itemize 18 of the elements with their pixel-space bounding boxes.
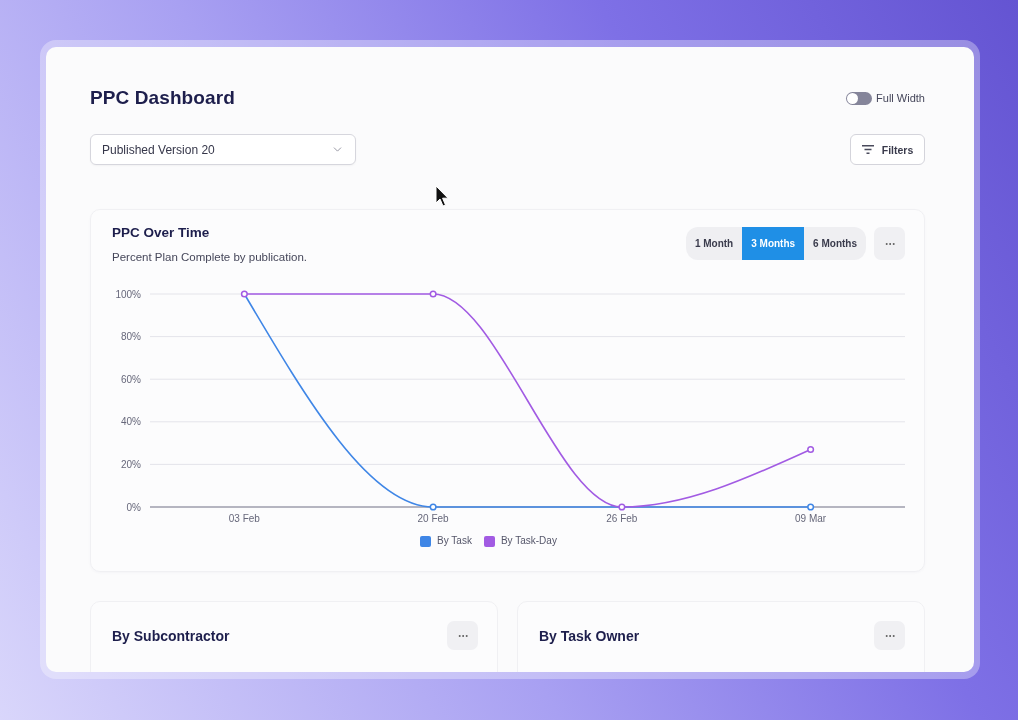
- axis-label: 60%: [121, 373, 141, 385]
- chart-subtitle: Percent Plan Complete by publication.: [112, 250, 307, 265]
- axis-label: 20%: [121, 458, 141, 470]
- chart-title: PPC Over Time: [112, 225, 211, 241]
- axis-label: 20 Feb: [417, 513, 449, 524]
- panel-title: By Subcontractor: [112, 627, 230, 644]
- page-title: PPC Dashboard: [90, 87, 235, 109]
- panel-title: By Task Owner: [539, 627, 640, 644]
- axis-label: 03 Feb: [228, 513, 260, 524]
- axis-label: 40%: [121, 416, 141, 428]
- toggle-label: Full Width: [876, 92, 925, 104]
- axis-label: 09 Mar: [795, 513, 827, 524]
- axis-label: 26 Feb: [606, 513, 638, 524]
- axis-label: 100%: [115, 288, 141, 300]
- legend-label: By Task: [437, 534, 472, 548]
- axis-label: 0%: [126, 501, 141, 513]
- axis-label: 80%: [121, 331, 141, 343]
- legend-label: By Task-Day: [500, 534, 557, 548]
